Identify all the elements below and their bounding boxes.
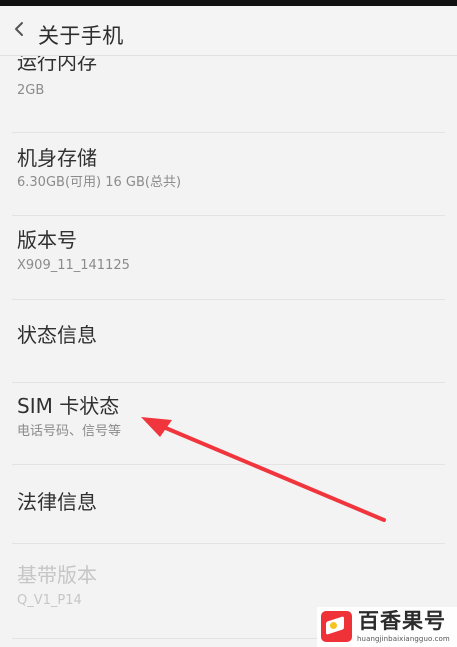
status-info-title: 状态信息 bbox=[17, 323, 97, 347]
watermark-domain: huangjinbaixiangguo.com bbox=[357, 635, 450, 643]
chevron-left-icon bbox=[15, 22, 23, 36]
storage-value: 6.30GB(可用) 16 GB(总共) bbox=[17, 175, 182, 190]
ram-value: 2GB bbox=[17, 83, 45, 98]
sim-status-title: SIM 卡状态 bbox=[17, 394, 120, 418]
settings-list: 运行内存 2GB 机身存储 6.30GB(可用) 16 GB(总共) 版本号 X… bbox=[0, 56, 457, 647]
legal-info-title: 法律信息 bbox=[17, 490, 97, 514]
storage-title: 机身存储 bbox=[17, 146, 97, 170]
page-title: 关于手机 bbox=[38, 24, 124, 48]
storage-row[interactable]: 机身存储 6.30GB(可用) 16 GB(总共) bbox=[12, 132, 445, 216]
ram-title: 运行内存 bbox=[17, 56, 97, 74]
back-button[interactable] bbox=[10, 18, 28, 40]
baseband-version-title: 基带版本 bbox=[17, 563, 97, 587]
watermark-text: 百香果号 bbox=[358, 609, 446, 633]
ram-row[interactable]: 运行内存 2GB bbox=[12, 56, 445, 133]
baseband-version-value: Q_V1_P14 bbox=[17, 593, 82, 608]
app-header: 关于手机 bbox=[0, 6, 457, 56]
sim-status-subtitle: 电话号码、信号等 bbox=[17, 424, 122, 439]
about-phone-screen: 关于手机 运行内存 2GB 机身存储 6.30GB(可用) 16 GB(总共) … bbox=[0, 0, 457, 647]
version-row[interactable]: 版本号 X909_11_141125 bbox=[12, 215, 445, 300]
watermark-logo: 百香果号 huangjinbaixiangguo.com bbox=[317, 607, 457, 647]
status-info-row[interactable]: 状态信息 bbox=[12, 299, 445, 383]
baixiangguo-logo-icon bbox=[321, 611, 352, 642]
version-title: 版本号 bbox=[17, 228, 77, 252]
version-value: X909_11_141125 bbox=[17, 258, 130, 273]
annotation-arrow-icon bbox=[141, 417, 386, 522]
